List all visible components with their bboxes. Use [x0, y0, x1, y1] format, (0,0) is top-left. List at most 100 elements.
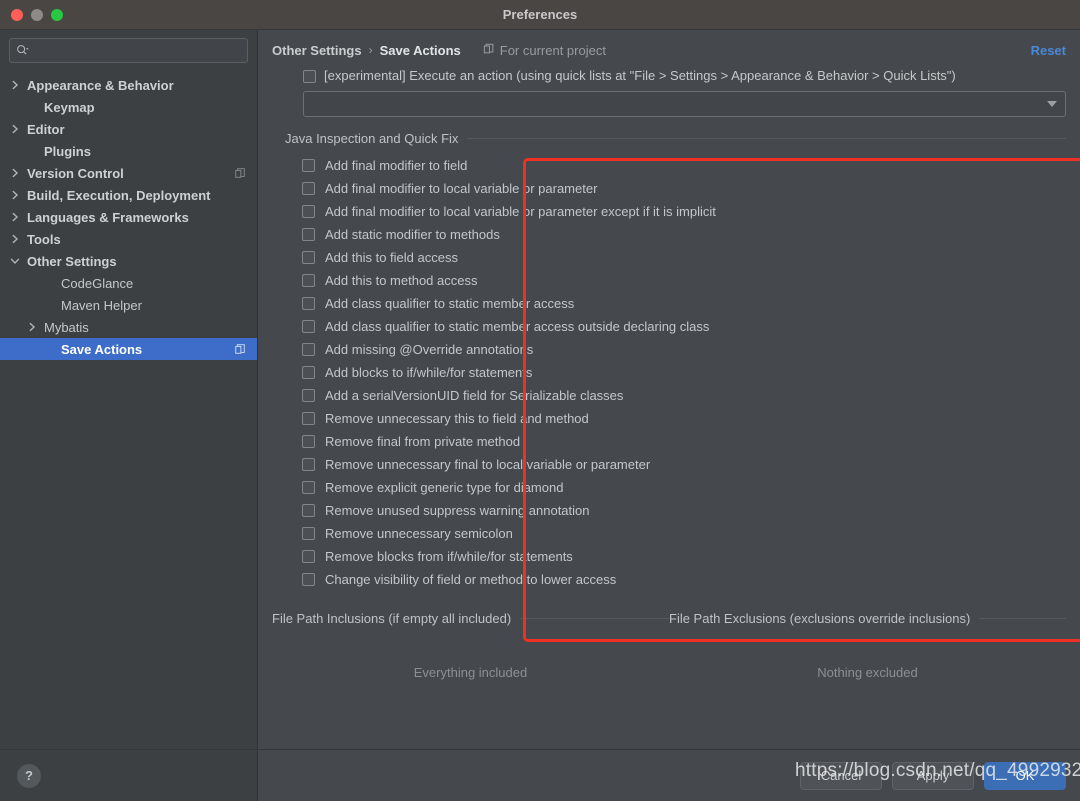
- window-body: Appearance & Behavior Keymap Editor Plugins…: [0, 30, 1080, 749]
- inspection-option-label: Add static modifier to methods: [325, 227, 500, 242]
- apply-button[interactable]: Apply: [892, 761, 974, 790]
- inspection-option-row[interactable]: Add this to field access: [302, 246, 1066, 269]
- inspection-option-checkbox[interactable]: [302, 320, 315, 333]
- inspection-option-label: Add final modifier to field: [325, 158, 468, 173]
- inspection-option-row[interactable]: Add static modifier to methods: [302, 223, 1066, 246]
- copy-icon: [483, 43, 495, 58]
- inspection-option-checkbox[interactable]: [302, 389, 315, 402]
- inspection-option-checkbox[interactable]: [302, 297, 315, 310]
- exclusions-list[interactable]: Nothing excluded: [669, 626, 1066, 749]
- chevron-right-icon[interactable]: [9, 189, 22, 202]
- sidebar-item-tools[interactable]: Tools: [0, 228, 257, 250]
- inspection-option-checkbox[interactable]: [302, 205, 315, 218]
- inspection-option-checkbox[interactable]: [302, 343, 315, 356]
- reset-link[interactable]: Reset: [1031, 43, 1066, 58]
- inspection-option-row[interactable]: Remove blocks from if/while/for statemen…: [302, 545, 1066, 568]
- inspection-option-label: Remove blocks from if/while/for statemen…: [325, 549, 573, 564]
- sidebar-item-label: Plugins: [44, 143, 91, 159]
- minimize-button[interactable]: [31, 8, 43, 21]
- inspection-option-label: Add class qualifier to static member acc…: [325, 296, 575, 311]
- inspection-option-row[interactable]: Add final modifier to local variable or …: [302, 200, 1066, 223]
- inspection-option-row[interactable]: Remove unnecessary semicolon: [302, 522, 1066, 545]
- sidebar-item-build-execution-deployment[interactable]: Build, Execution, Deployment: [0, 184, 257, 206]
- search-input[interactable]: [35, 43, 241, 58]
- sidebar-item-editor[interactable]: Editor: [0, 118, 257, 140]
- search-box[interactable]: [9, 38, 248, 63]
- java-inspection-options: Add final modifier to field Add final mod…: [272, 146, 1066, 601]
- exclusions-empty-text: Nothing excluded: [817, 665, 918, 680]
- sidebar-item-other-settings[interactable]: Other Settings: [0, 250, 257, 272]
- close-button[interactable]: [11, 8, 23, 21]
- chevron-right-icon[interactable]: [9, 211, 22, 224]
- copy-icon: [234, 343, 247, 356]
- ok-button[interactable]: OK: [984, 761, 1066, 790]
- sidebar-item-appearance-behavior[interactable]: Appearance & Behavior: [0, 74, 257, 96]
- inspection-option-checkbox[interactable]: [302, 527, 315, 540]
- inspection-option-row[interactable]: Remove explicit generic type for diamond: [302, 476, 1066, 499]
- for-current-project-text: For current project: [499, 42, 606, 58]
- inspection-option-row[interactable]: Change visibility of field or method to …: [302, 568, 1066, 591]
- inspection-option-row[interactable]: Add class qualifier to static member acc…: [302, 315, 1066, 338]
- breadcrumb-parent[interactable]: Other Settings: [272, 43, 362, 58]
- sidebar-item-keymap[interactable]: Keymap: [0, 96, 257, 118]
- window-title: Preferences: [502, 7, 578, 22]
- inspection-option-row[interactable]: Add final modifier to local variable or …: [302, 177, 1066, 200]
- inspection-option-row[interactable]: Add class qualifier to static member acc…: [302, 292, 1066, 315]
- sidebar-item-languages-frameworks[interactable]: Languages & Frameworks: [0, 206, 257, 228]
- inspection-option-checkbox[interactable]: [302, 251, 315, 264]
- sidebar-item-save-actions[interactable]: Save Actions: [0, 338, 257, 360]
- exclusions-title: File Path Exclusions (exclusions overrid…: [669, 611, 971, 626]
- chevron-right-icon[interactable]: [26, 321, 39, 334]
- sidebar-item-plugins[interactable]: Plugins: [0, 140, 257, 162]
- chevron-down-icon: [1047, 101, 1057, 107]
- quick-list-combo[interactable]: [303, 91, 1066, 117]
- inspection-option-checkbox[interactable]: [302, 458, 315, 471]
- inspection-option-label: Remove unnecessary this to field and met…: [325, 411, 589, 426]
- sidebar-item-version-control[interactable]: Version Control: [0, 162, 257, 184]
- chevron-down-icon[interactable]: [9, 255, 22, 268]
- chevron-right-icon[interactable]: [9, 233, 22, 246]
- preferences-window: Preferences Appearance & Behavior Keymap…: [0, 0, 1080, 801]
- inspection-option-checkbox[interactable]: [302, 159, 315, 172]
- inspection-option-row[interactable]: Add missing @Override annotations: [302, 338, 1066, 361]
- inclusions-title: File Path Inclusions (if empty all inclu…: [272, 611, 512, 626]
- inspection-option-checkbox[interactable]: [302, 274, 315, 287]
- zoom-button[interactable]: [51, 8, 63, 21]
- inspection-option-checkbox[interactable]: [302, 412, 315, 425]
- experimental-action-checkbox[interactable]: [303, 70, 316, 83]
- inclusions-list[interactable]: Everything included: [272, 626, 669, 749]
- window-titlebar: Preferences: [0, 0, 1080, 30]
- inspection-option-checkbox[interactable]: [302, 366, 315, 379]
- inspection-option-row[interactable]: Remove final from private method: [302, 430, 1066, 453]
- inspection-option-checkbox[interactable]: [302, 481, 315, 494]
- inspection-option-checkbox[interactable]: [302, 573, 315, 586]
- inspection-option-checkbox[interactable]: [302, 550, 315, 563]
- sidebar-item-mybatis[interactable]: Mybatis: [0, 316, 257, 338]
- inspection-option-row[interactable]: Add this to method access: [302, 269, 1066, 292]
- chevron-right-icon[interactable]: [9, 167, 22, 180]
- inspection-option-checkbox[interactable]: [302, 435, 315, 448]
- chevron-right-icon[interactable]: [9, 79, 22, 92]
- inspection-option-row[interactable]: Remove unused suppress warning annotatio…: [302, 499, 1066, 522]
- cancel-button[interactable]: Cancel: [800, 761, 882, 790]
- sidebar-item-codeglance[interactable]: CodeGlance: [0, 272, 257, 294]
- inspection-option-row[interactable]: Remove unnecessary this to field and met…: [302, 407, 1066, 430]
- inspection-option-row[interactable]: Add a serialVersionUID field for Seriali…: [302, 384, 1066, 407]
- inspection-option-checkbox[interactable]: [302, 504, 315, 517]
- inspection-option-row[interactable]: Add final modifier to field: [302, 154, 1066, 177]
- inspection-option-checkbox[interactable]: [302, 228, 315, 241]
- sidebar-item-maven-helper[interactable]: Maven Helper: [0, 294, 257, 316]
- inspection-option-checkbox[interactable]: [302, 182, 315, 195]
- inspection-option-row[interactable]: Add blocks to if/while/for statements: [302, 361, 1066, 384]
- sidebar-item-label: Build, Execution, Deployment: [27, 187, 211, 203]
- sidebar-item-label: Version Control: [27, 165, 124, 181]
- sidebar-item-label: Tools: [27, 231, 61, 247]
- inspection-option-label: Change visibility of field or method to …: [325, 572, 617, 587]
- help-button[interactable]: ?: [17, 763, 41, 788]
- chevron-right-icon[interactable]: [9, 123, 22, 136]
- footer-buttons-bar: Cancel Apply OK: [258, 749, 1080, 801]
- inspection-option-label: Add missing @Override annotations: [325, 342, 534, 357]
- inspection-option-row[interactable]: Remove unnecessary final to local variab…: [302, 453, 1066, 476]
